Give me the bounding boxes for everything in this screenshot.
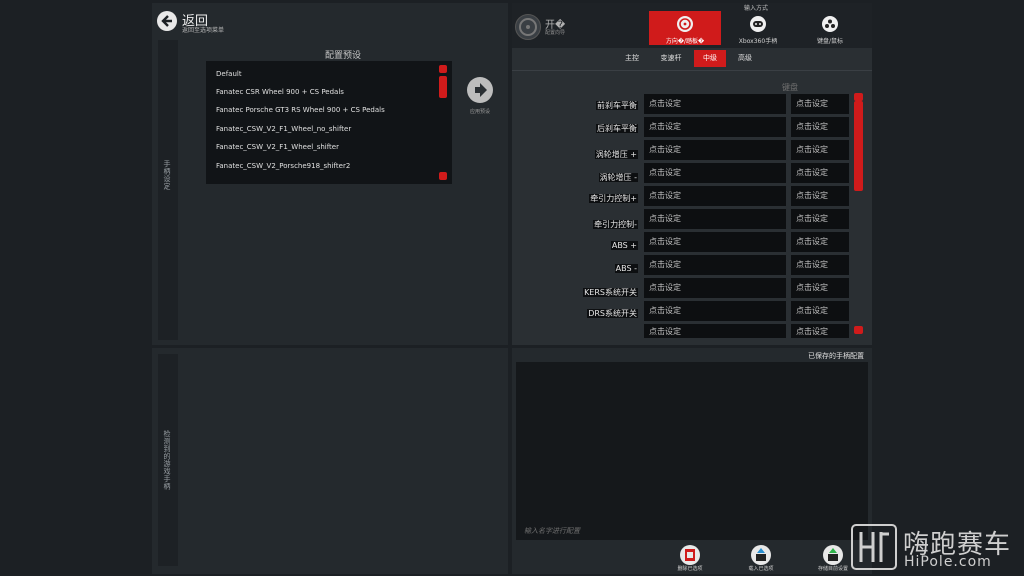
preset-item[interactable]: Fanatec Porsche GT3 RS Wheel 900 + CS Pe… bbox=[216, 106, 385, 114]
tab-shifter[interactable]: 变速杆 bbox=[652, 50, 690, 67]
secondary-binding-field[interactable]: 点击设定 bbox=[791, 186, 849, 206]
secondary-binding-field[interactable]: 点击设定 bbox=[791, 255, 849, 275]
saved-configs-list[interactable] bbox=[516, 362, 868, 540]
wizard-toggle-icon[interactable] bbox=[515, 14, 541, 40]
mode-keyboard-label: 键盘/鼠标 bbox=[816, 38, 844, 45]
preset-item[interactable]: Fanatec_CSW_V2_F1_Wheel_no_shifter bbox=[216, 125, 351, 133]
presets-title: 配置预设 bbox=[324, 51, 361, 61]
row-label: ABS + bbox=[610, 241, 638, 250]
preset-item[interactable]: Default bbox=[216, 70, 242, 78]
apply-preset-button[interactable] bbox=[467, 77, 493, 103]
primary-binding-field[interactable]: 点击设定 bbox=[644, 232, 786, 252]
row-label: KERS系统开关 bbox=[583, 288, 638, 297]
secondary-binding-field[interactable]: 点击设定 bbox=[791, 301, 849, 321]
load-selected-label: 载入已选项 bbox=[748, 566, 774, 572]
primary-binding-field[interactable]: 点击设定 bbox=[644, 301, 786, 321]
bindings-scrollbar-thumb[interactable] bbox=[854, 101, 863, 191]
watermark-logo bbox=[851, 524, 897, 570]
secondary-binding-field[interactable]: 点击设定 bbox=[791, 94, 849, 114]
row-label: 涡轮增压 - bbox=[598, 173, 638, 182]
mode-gamepad-label: Xbox360手柄 bbox=[738, 38, 778, 45]
primary-binding-field[interactable]: 点击设定 bbox=[644, 163, 786, 183]
gamepads-panel bbox=[152, 348, 508, 574]
load-selected-button[interactable]: 载入已选项 bbox=[735, 545, 787, 573]
back-button[interactable] bbox=[157, 11, 177, 31]
preset-scroll-up-button[interactable] bbox=[439, 65, 447, 73]
mode-keyboard-button[interactable]: 键盘/鼠标 bbox=[794, 11, 866, 45]
primary-binding-field[interactable]: 点击设定 bbox=[644, 324, 786, 338]
wizard-toggle-subtitle: 配置向导 bbox=[545, 30, 566, 36]
mode-wheel-button[interactable]: 方向�/踏板� bbox=[649, 11, 721, 45]
secondary-binding-field[interactable]: 点击设定 bbox=[791, 232, 849, 252]
primary-binding-field[interactable]: 点击设定 bbox=[644, 186, 786, 206]
primary-binding-field[interactable]: 点击设定 bbox=[644, 209, 786, 229]
apply-preset-label: 应用预设 bbox=[469, 109, 490, 115]
mode-gamepad-button[interactable]: Xbox360手柄 bbox=[722, 11, 794, 45]
secondary-binding-field[interactable]: 点击设定 bbox=[791, 209, 849, 229]
tabs-divider bbox=[512, 70, 872, 71]
row-label: ABS - bbox=[614, 264, 638, 273]
tab-advanced[interactable]: 高级 bbox=[730, 50, 760, 67]
save-icon bbox=[823, 545, 843, 565]
preset-item[interactable]: Fanatec CSR Wheel 900 + CS Pedals bbox=[216, 88, 344, 96]
row-label: 涡轮增压 + bbox=[594, 150, 638, 159]
delete-selected-label: 删除已选项 bbox=[677, 566, 703, 572]
back-arrow-icon bbox=[161, 15, 172, 27]
row-label: 后刹车平衡 bbox=[596, 124, 638, 133]
hipole-logo-icon bbox=[859, 532, 889, 562]
gamepad-icon bbox=[750, 16, 766, 32]
saved-configs-title: 已保存的手柄配置 bbox=[808, 352, 864, 360]
delete-selected-button[interactable]: 删除已选项 bbox=[664, 545, 716, 573]
secondary-binding-field[interactable]: 点击设定 bbox=[791, 278, 849, 298]
back-subtitle: 返回至选项菜单 bbox=[182, 27, 225, 34]
bindings-scroll-up-button[interactable] bbox=[854, 93, 863, 101]
settings-side-strip bbox=[158, 40, 178, 340]
bindings-cutoff-cover bbox=[512, 338, 872, 345]
tab-intermediate[interactable]: 中级 bbox=[694, 50, 726, 67]
steering-wheel-icon bbox=[677, 16, 693, 32]
load-icon bbox=[751, 545, 771, 565]
secondary-binding-field[interactable]: 点击设定 bbox=[791, 163, 849, 183]
primary-binding-field[interactable]: 点击设定 bbox=[644, 117, 786, 137]
row-label: 牵引力控制- bbox=[593, 220, 638, 229]
delete-icon bbox=[680, 545, 700, 565]
preset-scrollbar-thumb[interactable] bbox=[439, 76, 447, 98]
steering-wheel-icon bbox=[519, 18, 537, 36]
primary-binding-field[interactable]: 点击设定 bbox=[644, 94, 786, 114]
preset-item[interactable]: Fanatec_CSW_V2_F1_Wheel_shifter bbox=[216, 143, 339, 151]
preset-list[interactable]: Default Fanatec CSR Wheel 900 + CS Pedal… bbox=[206, 61, 452, 184]
watermark-en: HiPole.com bbox=[904, 554, 992, 570]
settings-vertical-label: 手柄设定 bbox=[163, 160, 171, 190]
arrow-right-icon bbox=[475, 83, 487, 97]
secondary-binding-field[interactable]: 点击设定 bbox=[791, 140, 849, 160]
keyboard-icon bbox=[822, 16, 838, 32]
bindings-scroll-down-button[interactable] bbox=[854, 326, 863, 334]
row-label: 前刹车平衡 bbox=[596, 101, 638, 110]
config-name-placeholder: 输入名字进行配置 bbox=[524, 527, 580, 535]
tab-main[interactable]: 主控 bbox=[617, 50, 647, 67]
primary-binding-field[interactable]: 点击设定 bbox=[644, 255, 786, 275]
row-label: DRS系统开关 bbox=[587, 309, 638, 318]
primary-binding-field[interactable]: 点击设定 bbox=[644, 278, 786, 298]
keyboard-column-header: 键盘 bbox=[782, 83, 798, 92]
preset-scroll-down-button[interactable] bbox=[439, 172, 447, 180]
preset-item[interactable]: Fanatec_CSW_V2_Porsche918_shifter2 bbox=[216, 162, 350, 170]
secondary-binding-field[interactable]: 点击设定 bbox=[791, 324, 849, 338]
row-label: 牵引力控制+ bbox=[589, 194, 638, 203]
secondary-binding-field[interactable]: 点击设定 bbox=[791, 117, 849, 137]
gamepads-vertical-label: 检测到的游戏手柄 bbox=[163, 430, 171, 490]
primary-binding-field[interactable]: 点击设定 bbox=[644, 140, 786, 160]
mode-wheel-label: 方向�/踏板� bbox=[665, 38, 705, 45]
